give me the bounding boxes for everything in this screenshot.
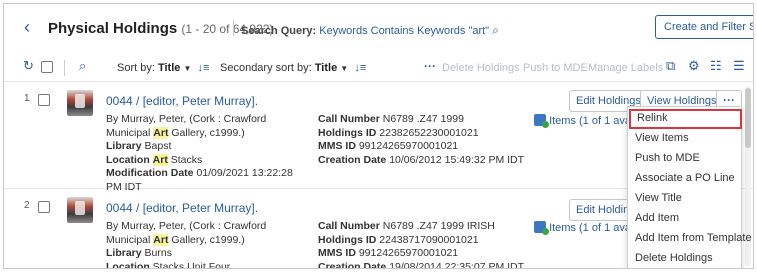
record-title-link[interactable]: 0044 / [editor, Peter Murray].: [106, 201, 258, 215]
record-library: Library Bapst: [106, 140, 172, 152]
record-thumbnail: [67, 90, 93, 116]
columns-icon[interactable]: ☷: [710, 59, 722, 73]
secondary-sort-control[interactable]: Secondary sort by: Title ▼ ↓≡: [220, 62, 366, 74]
search-query-value[interactable]: Keywords Contains Keywords "art": [319, 25, 489, 37]
refresh-icon[interactable]: ↻: [23, 59, 34, 73]
results-toolbar: ↻ ⌕ Sort by: Title ▼ ↓≡ Secondary sort b…: [4, 54, 753, 82]
secondary-sort-label: Secondary sort by:: [220, 62, 312, 74]
sort-icon[interactable]: ↓≡: [354, 62, 366, 74]
header-divider: [233, 20, 234, 36]
search-refine-icon[interactable]: ⌕: [492, 23, 499, 37]
toolbar-divider: [64, 60, 65, 76]
select-all-checkbox[interactable]: [41, 61, 53, 73]
menu-item-relink[interactable]: Relink: [629, 109, 742, 129]
record-location: Location Stacks Unit Four: [106, 260, 231, 269]
manage-labels-action[interactable]: Manage Labels: [588, 62, 663, 74]
record-author: By Murray, Peter, (Cork : Crawford Munic…: [106, 220, 267, 246]
sort-by-control[interactable]: Sort by: Title ▼ ↓≡: [117, 62, 209, 74]
secondary-sort-value[interactable]: Title: [315, 62, 337, 74]
scrollbar-thumb[interactable]: [745, 88, 751, 148]
record-checkbox[interactable]: [38, 94, 50, 106]
record-call-number: Call Number N6789 .Z47 1999 IRISH: [318, 220, 495, 232]
record-holdings-id: Holdings ID 22382652230001021: [318, 126, 479, 139]
more-actions-menu: Relink View Items Push to MDE Associate …: [627, 106, 752, 268]
holdings-page: ‹ Physical Holdings (1 - 20 of 64,922) S…: [3, 3, 754, 269]
menu-item-add-item-from-template[interactable]: Add Item from Template: [628, 229, 752, 249]
record-holdings-id: Holdings ID 22438717090001021: [318, 233, 479, 246]
record-checkbox[interactable]: [38, 201, 50, 213]
record-number: 2: [24, 200, 30, 211]
record-call-number: Call Number N6789 .Z47 1999: [318, 113, 464, 125]
menu-item-view-items[interactable]: View Items: [628, 129, 741, 149]
record-creation-date: Creation Date 19/08/2014 22:35:07 PM IDT: [318, 260, 525, 269]
menu-item-add-item[interactable]: Add Item: [628, 209, 741, 229]
record-title-link[interactable]: 0044 / [editor, Peter Murray].: [106, 94, 258, 108]
record-location: Location Art Stacks: [106, 153, 203, 166]
page-header: ‹ Physical Holdings (1 - 20 of 64,922) S…: [4, 4, 753, 54]
record-details-left: By Murray, Peter, (Cork : Crawford Munic…: [106, 220, 311, 269]
items-icon: [534, 221, 549, 235]
chevron-left-icon[interactable]: ‹: [24, 18, 30, 36]
chevron-down-icon[interactable]: ▼: [340, 64, 348, 73]
record-number: 1: [24, 93, 30, 104]
search-query-label: Search Query:: [241, 25, 317, 37]
create-and-filter-set-button[interactable]: Create and Filter Set: [655, 15, 753, 39]
push-to-mde-action[interactable]: Push to MDE: [523, 62, 588, 74]
search-query: Search Query: Keywords Contains Keywords…: [241, 23, 499, 38]
gear-icon[interactable]: ⚙: [688, 59, 700, 73]
list-icon[interactable]: ☰: [733, 59, 745, 73]
delete-holdings-action[interactable]: Delete Holdings: [442, 62, 520, 74]
search-icon[interactable]: ⌕: [79, 59, 86, 73]
export-icon[interactable]: ⧉: [666, 59, 675, 73]
sort-by-value[interactable]: Title: [158, 62, 180, 74]
menu-item-view-title[interactable]: View Title: [628, 189, 741, 209]
sort-by-label: Sort by:: [117, 62, 155, 74]
record-details-right: Call Number N6789 .Z47 1999 IRISH Holdin…: [318, 220, 528, 269]
record-creation-date: Creation Date 10/06/2012 15:49:32 PM IDT: [318, 153, 525, 166]
page-title-text: Physical Holdings: [48, 20, 178, 37]
menu-item-delete-holdings[interactable]: Delete Holdings: [628, 249, 741, 268]
more-icon[interactable]: ···: [424, 59, 436, 73]
record-thumbnail: [67, 197, 93, 223]
record-details-left: By Murray, Peter, (Cork : Crawford Munic…: [106, 113, 311, 194]
menu-item-associate-po-line[interactable]: Associate a PO Line: [628, 169, 741, 189]
page-title: Physical Holdings (1 - 20 of 64,922): [48, 20, 273, 37]
items-icon: [534, 114, 549, 128]
chevron-down-icon[interactable]: ▼: [183, 64, 191, 73]
record-mms-id: MMS ID 99124265970001021: [318, 247, 459, 259]
record-details-right: Call Number N6789 .Z47 1999 Holdings ID …: [318, 113, 528, 167]
sort-icon[interactable]: ↓≡: [198, 62, 210, 74]
record-library: Library Burns: [106, 247, 172, 259]
menu-item-push-to-mde[interactable]: Push to MDE: [628, 149, 741, 169]
record-author: By Murray, Peter, (Cork : Crawford Munic…: [106, 113, 267, 139]
record-mms-id: MMS ID 99124265970001021: [318, 140, 459, 152]
